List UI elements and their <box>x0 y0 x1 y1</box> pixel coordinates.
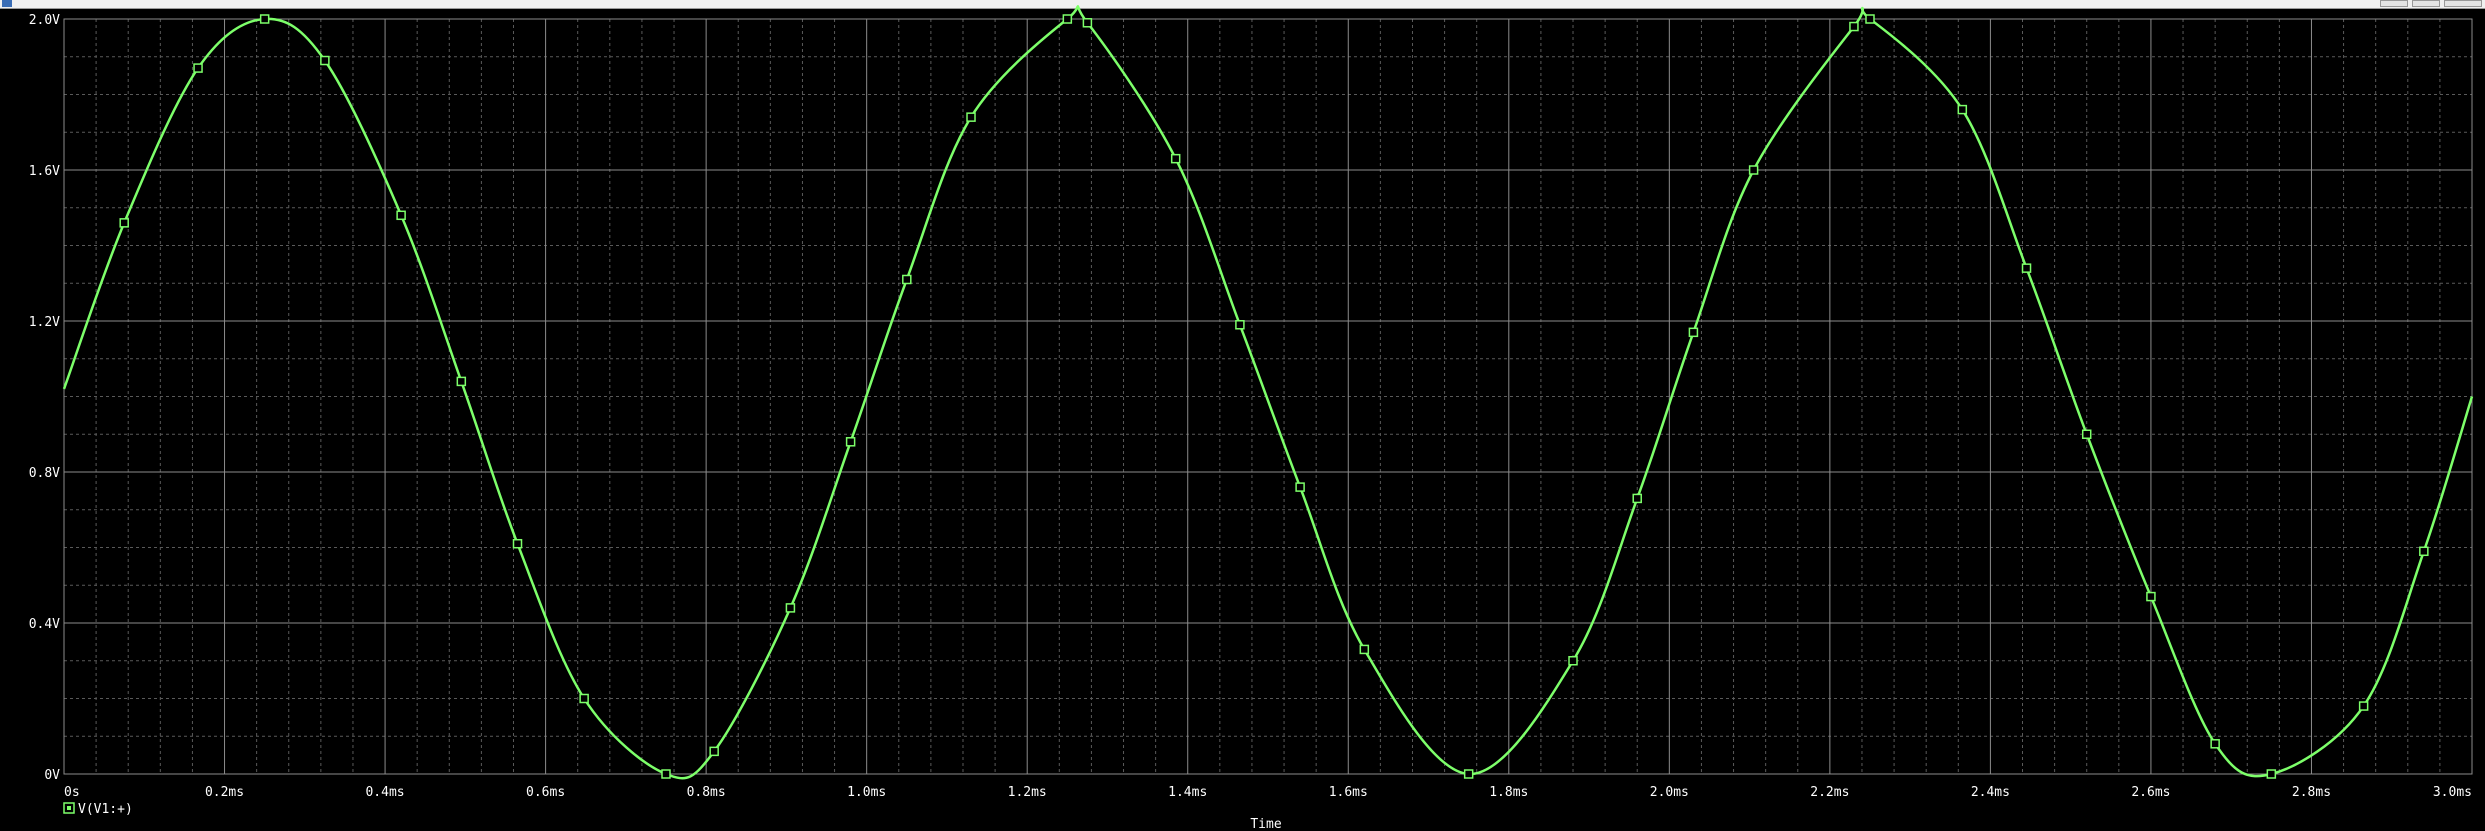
data-point-marker <box>119 218 129 228</box>
x-tick-label: 3.0ms <box>2433 785 2472 800</box>
data-point-marker <box>785 603 796 613</box>
x-tick-label: 1.6ms <box>1329 785 1368 800</box>
data-point-marker <box>259 14 270 24</box>
x-tick-label: 0.2ms <box>205 785 244 800</box>
legend-label[interactable]: V(V1:+) <box>78 802 133 817</box>
x-tick-label: 2.2ms <box>1810 785 1849 800</box>
data-point-marker <box>2358 701 2369 711</box>
data-point-marker <box>709 746 719 757</box>
y-tick-label: 1.6V <box>29 164 60 179</box>
data-point-marker <box>845 437 856 447</box>
x-tick-label: 0s <box>64 785 80 800</box>
y-tick-label: 0.4V <box>29 617 60 632</box>
x-tick-label: 2.6ms <box>2131 785 2170 800</box>
probe-plot-area[interactable]: 0V 0.4V 0.8V 1.2V 1.6V 2.0V 0s 0.2ms 0.4ms 0.6ms… <box>0 0 2485 831</box>
x-tick-label: 2.8ms <box>2292 785 2331 800</box>
x-tick-label: 1.2ms <box>1008 785 1047 800</box>
data-point-marker <box>579 693 589 704</box>
data-point-marker <box>1865 14 1875 24</box>
y-tick-label: 2.0V <box>29 13 60 28</box>
data-point-marker <box>902 274 912 285</box>
data-point-marker <box>1957 104 1968 115</box>
data-point-marker <box>1235 320 1245 330</box>
data-point-marker <box>1170 153 1181 164</box>
x-tick-label: 1.0ms <box>847 785 886 800</box>
data-point-marker <box>966 112 976 122</box>
x-tick-label: 1.4ms <box>1168 785 1207 800</box>
data-point-marker <box>2081 429 2092 439</box>
y-tick-label: 0V <box>44 768 60 783</box>
data-point-marker <box>661 769 671 779</box>
data-point-marker <box>1359 644 1370 655</box>
data-point-marker <box>1082 18 1093 28</box>
data-point-marker <box>193 63 203 73</box>
data-point-marker <box>512 538 523 549</box>
x-tick-label: 2.0ms <box>1650 785 1689 800</box>
data-point-marker <box>1632 493 1642 504</box>
data-point-marker <box>2021 263 2032 273</box>
data-point-marker <box>2146 591 2156 602</box>
x-tick-label: 0.4ms <box>365 785 404 800</box>
data-point-marker <box>1849 21 1859 32</box>
x-axis-title: Time <box>1250 817 1281 831</box>
data-point-marker <box>2419 546 2429 557</box>
x-tick-label: 0.8ms <box>687 785 726 800</box>
x-tick-label: 0.6ms <box>526 785 565 800</box>
legend-marker-inner <box>67 806 71 810</box>
data-point-marker <box>1295 482 1305 492</box>
data-point-marker <box>456 376 467 387</box>
data-point-marker <box>1568 656 1578 666</box>
data-point-marker <box>1688 327 1699 338</box>
y-tick-label: 0.8V <box>29 466 60 481</box>
x-tick-label: 2.4ms <box>1971 785 2010 800</box>
data-point-marker <box>320 55 330 66</box>
data-point-marker <box>396 210 406 221</box>
data-point-marker <box>2266 769 2277 779</box>
data-point-marker <box>1748 165 1759 175</box>
data-point-marker <box>1062 14 1073 24</box>
data-point-marker <box>2210 739 2220 749</box>
data-point-marker <box>1463 769 1474 779</box>
x-tick-label: 1.8ms <box>1489 785 1528 800</box>
y-tick-label: 1.2V <box>29 315 60 330</box>
